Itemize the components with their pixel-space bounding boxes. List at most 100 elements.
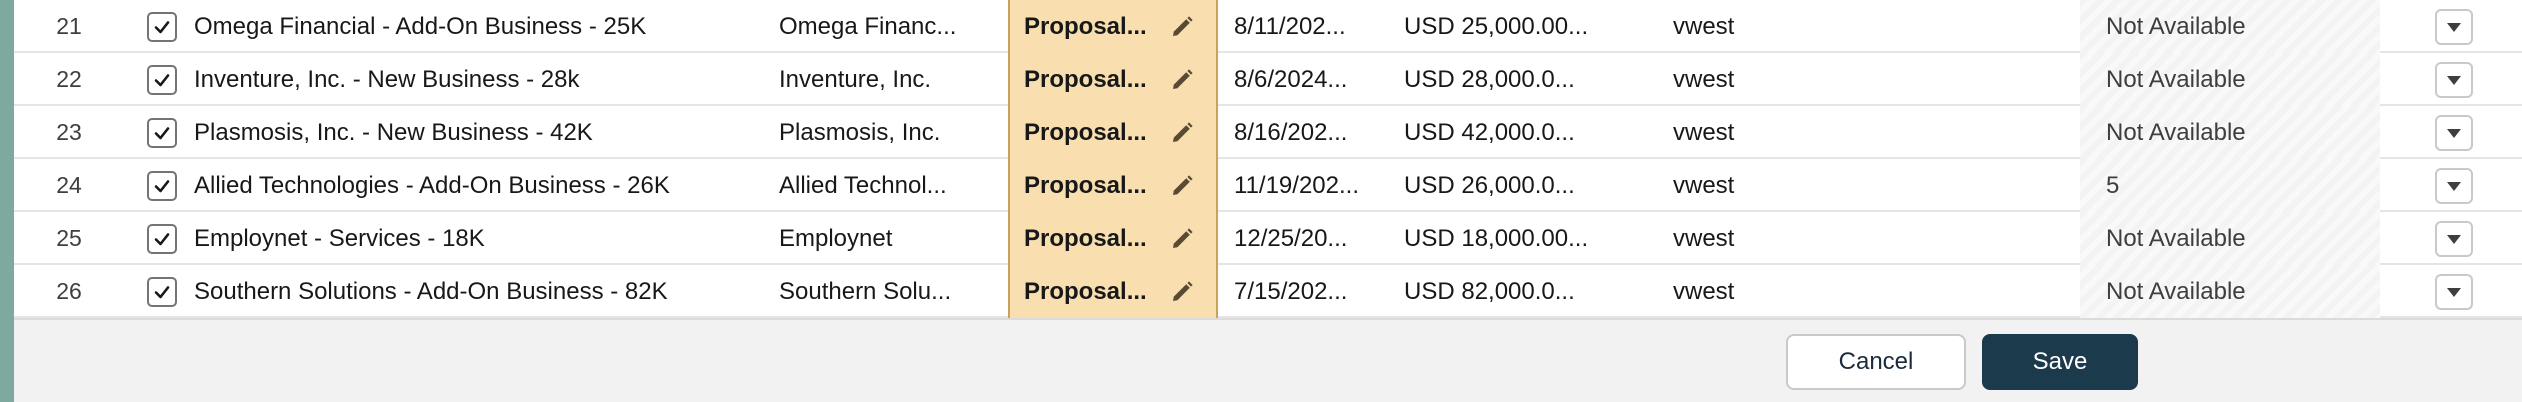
stage-cell[interactable]: Proposal...	[1008, 265, 1218, 318]
chevron-down-icon	[2447, 75, 2461, 85]
table-row: 25 Employnet - Services - 18K Employnet …	[14, 212, 2522, 265]
owner-alias[interactable]: vwest	[1661, 53, 1861, 106]
row-actions-cell	[2414, 159, 2494, 212]
pencil-icon[interactable]	[1170, 68, 1194, 92]
row-actions-button[interactable]	[2435, 8, 2473, 45]
account-name[interactable]: Plasmosis, Inc.	[779, 106, 1019, 159]
amount[interactable]: USD 25,000.00...	[1392, 0, 1612, 53]
row-actions-cell	[2414, 53, 2494, 106]
row-number: 22	[56, 66, 82, 92]
close-date[interactable]: 8/11/202...	[1220, 0, 1385, 53]
opportunity-table: 21 Omega Financial - Add-On Business - 2…	[14, 0, 2522, 318]
inline-edit-panel: 21 Omega Financial - Add-On Business - 2…	[14, 0, 2522, 402]
checkmark-icon	[154, 179, 170, 192]
stage-value: Proposal...	[1024, 65, 1147, 93]
row-number: 23	[56, 119, 82, 145]
row-number: 25	[56, 225, 82, 251]
amount[interactable]: USD 18,000.00...	[1392, 212, 1612, 265]
opportunity-name[interactable]: Omega Financial - Add-On Business - 25K	[192, 0, 772, 53]
row-actions-button[interactable]	[2435, 220, 2473, 257]
row-select-cell	[132, 0, 192, 53]
amount[interactable]: USD 28,000.0...	[1392, 53, 1612, 106]
row-select-cell	[132, 53, 192, 106]
row-select-cell	[132, 159, 192, 212]
checkmark-icon	[154, 126, 170, 139]
chevron-down-icon	[2447, 287, 2461, 297]
account-name[interactable]: Allied Technol...	[779, 159, 1019, 212]
owner-alias[interactable]: vwest	[1661, 212, 1861, 265]
stage-cell[interactable]: Proposal...	[1008, 53, 1218, 106]
table-row: 21 Omega Financial - Add-On Business - 2…	[14, 0, 2522, 53]
stage-cell[interactable]: Proposal...	[1008, 212, 1218, 265]
availability-value: Not Available	[2080, 265, 2380, 318]
availability-value: 5	[2080, 159, 2380, 212]
row-checkbox[interactable]	[147, 170, 177, 201]
cancel-button[interactable]: Cancel	[1786, 334, 1966, 390]
table-row: 22 Inventure, Inc. - New Business - 28k …	[14, 53, 2522, 106]
account-name[interactable]: Omega Financ...	[779, 0, 1019, 53]
row-actions-cell	[2414, 265, 2494, 318]
close-date[interactable]: 8/16/202...	[1220, 106, 1385, 159]
row-select-cell	[132, 212, 192, 265]
opportunity-name[interactable]: Inventure, Inc. - New Business - 28k	[192, 53, 772, 106]
row-checkbox[interactable]	[147, 11, 177, 42]
chevron-down-icon	[2447, 22, 2461, 32]
stage-cell[interactable]: Proposal...	[1008, 159, 1218, 212]
stage-value: Proposal...	[1024, 171, 1147, 199]
owner-alias[interactable]: vwest	[1661, 0, 1861, 53]
stage-cell[interactable]: Proposal...	[1008, 0, 1218, 53]
account-name[interactable]: Southern Solu...	[779, 265, 1019, 318]
opportunity-name[interactable]: Employnet - Services - 18K	[192, 212, 772, 265]
table-row: 26 Southern Solutions - Add-On Business …	[14, 265, 2522, 318]
amount[interactable]: USD 82,000.0...	[1392, 265, 1612, 318]
table-row: 24 Allied Technologies - Add-On Business…	[14, 159, 2522, 212]
row-actions-button[interactable]	[2435, 114, 2473, 151]
account-name[interactable]: Employnet	[779, 212, 1019, 265]
opportunity-name[interactable]: Plasmosis, Inc. - New Business - 42K	[192, 106, 772, 159]
row-actions-button[interactable]	[2435, 61, 2473, 98]
close-date[interactable]: 8/6/2024...	[1220, 53, 1385, 106]
checkmark-icon	[154, 232, 170, 245]
close-date[interactable]: 12/25/20...	[1220, 212, 1385, 265]
stage-value: Proposal...	[1024, 277, 1147, 305]
checkmark-icon	[154, 285, 170, 298]
pencil-icon[interactable]	[1170, 121, 1194, 145]
availability-value: Not Available	[2080, 106, 2380, 159]
row-select-cell	[132, 106, 192, 159]
close-date[interactable]: 11/19/202...	[1220, 159, 1385, 212]
row-checkbox[interactable]	[147, 223, 177, 254]
owner-alias[interactable]: vwest	[1661, 159, 1861, 212]
chevron-down-icon	[2447, 234, 2461, 244]
chevron-down-icon	[2447, 181, 2461, 191]
row-checkbox[interactable]	[147, 117, 177, 148]
row-actions-cell	[2414, 0, 2494, 53]
amount[interactable]: USD 42,000.0...	[1392, 106, 1612, 159]
row-actions-button[interactable]	[2435, 167, 2473, 204]
row-checkbox[interactable]	[147, 276, 177, 307]
close-date[interactable]: 7/15/202...	[1220, 265, 1385, 318]
pencil-icon[interactable]	[1170, 15, 1194, 39]
edit-footer: Cancel Save	[14, 318, 2522, 402]
amount[interactable]: USD 26,000.0...	[1392, 159, 1612, 212]
row-checkbox[interactable]	[147, 64, 177, 95]
stage-value: Proposal...	[1024, 224, 1147, 252]
pencil-icon[interactable]	[1170, 174, 1194, 198]
availability-value: Not Available	[2080, 0, 2380, 53]
stage-cell[interactable]: Proposal...	[1008, 106, 1218, 159]
row-actions-button[interactable]	[2435, 273, 2473, 310]
row-number: 21	[56, 13, 82, 39]
table-row: 23 Plasmosis, Inc. - New Business - 42K …	[14, 106, 2522, 159]
opportunity-name[interactable]: Southern Solutions - Add-On Business - 8…	[192, 265, 772, 318]
pencil-icon[interactable]	[1170, 280, 1194, 304]
opportunity-name[interactable]: Allied Technologies - Add-On Business - …	[192, 159, 772, 212]
row-actions-cell	[2414, 106, 2494, 159]
save-button[interactable]: Save	[1982, 334, 2138, 390]
stage-value: Proposal...	[1024, 118, 1147, 146]
owner-alias[interactable]: vwest	[1661, 106, 1861, 159]
row-number: 26	[56, 278, 82, 304]
row-select-cell	[132, 265, 192, 318]
row-number: 24	[56, 172, 82, 198]
owner-alias[interactable]: vwest	[1661, 265, 1861, 318]
pencil-icon[interactable]	[1170, 227, 1194, 251]
account-name[interactable]: Inventure, Inc.	[779, 53, 1019, 106]
